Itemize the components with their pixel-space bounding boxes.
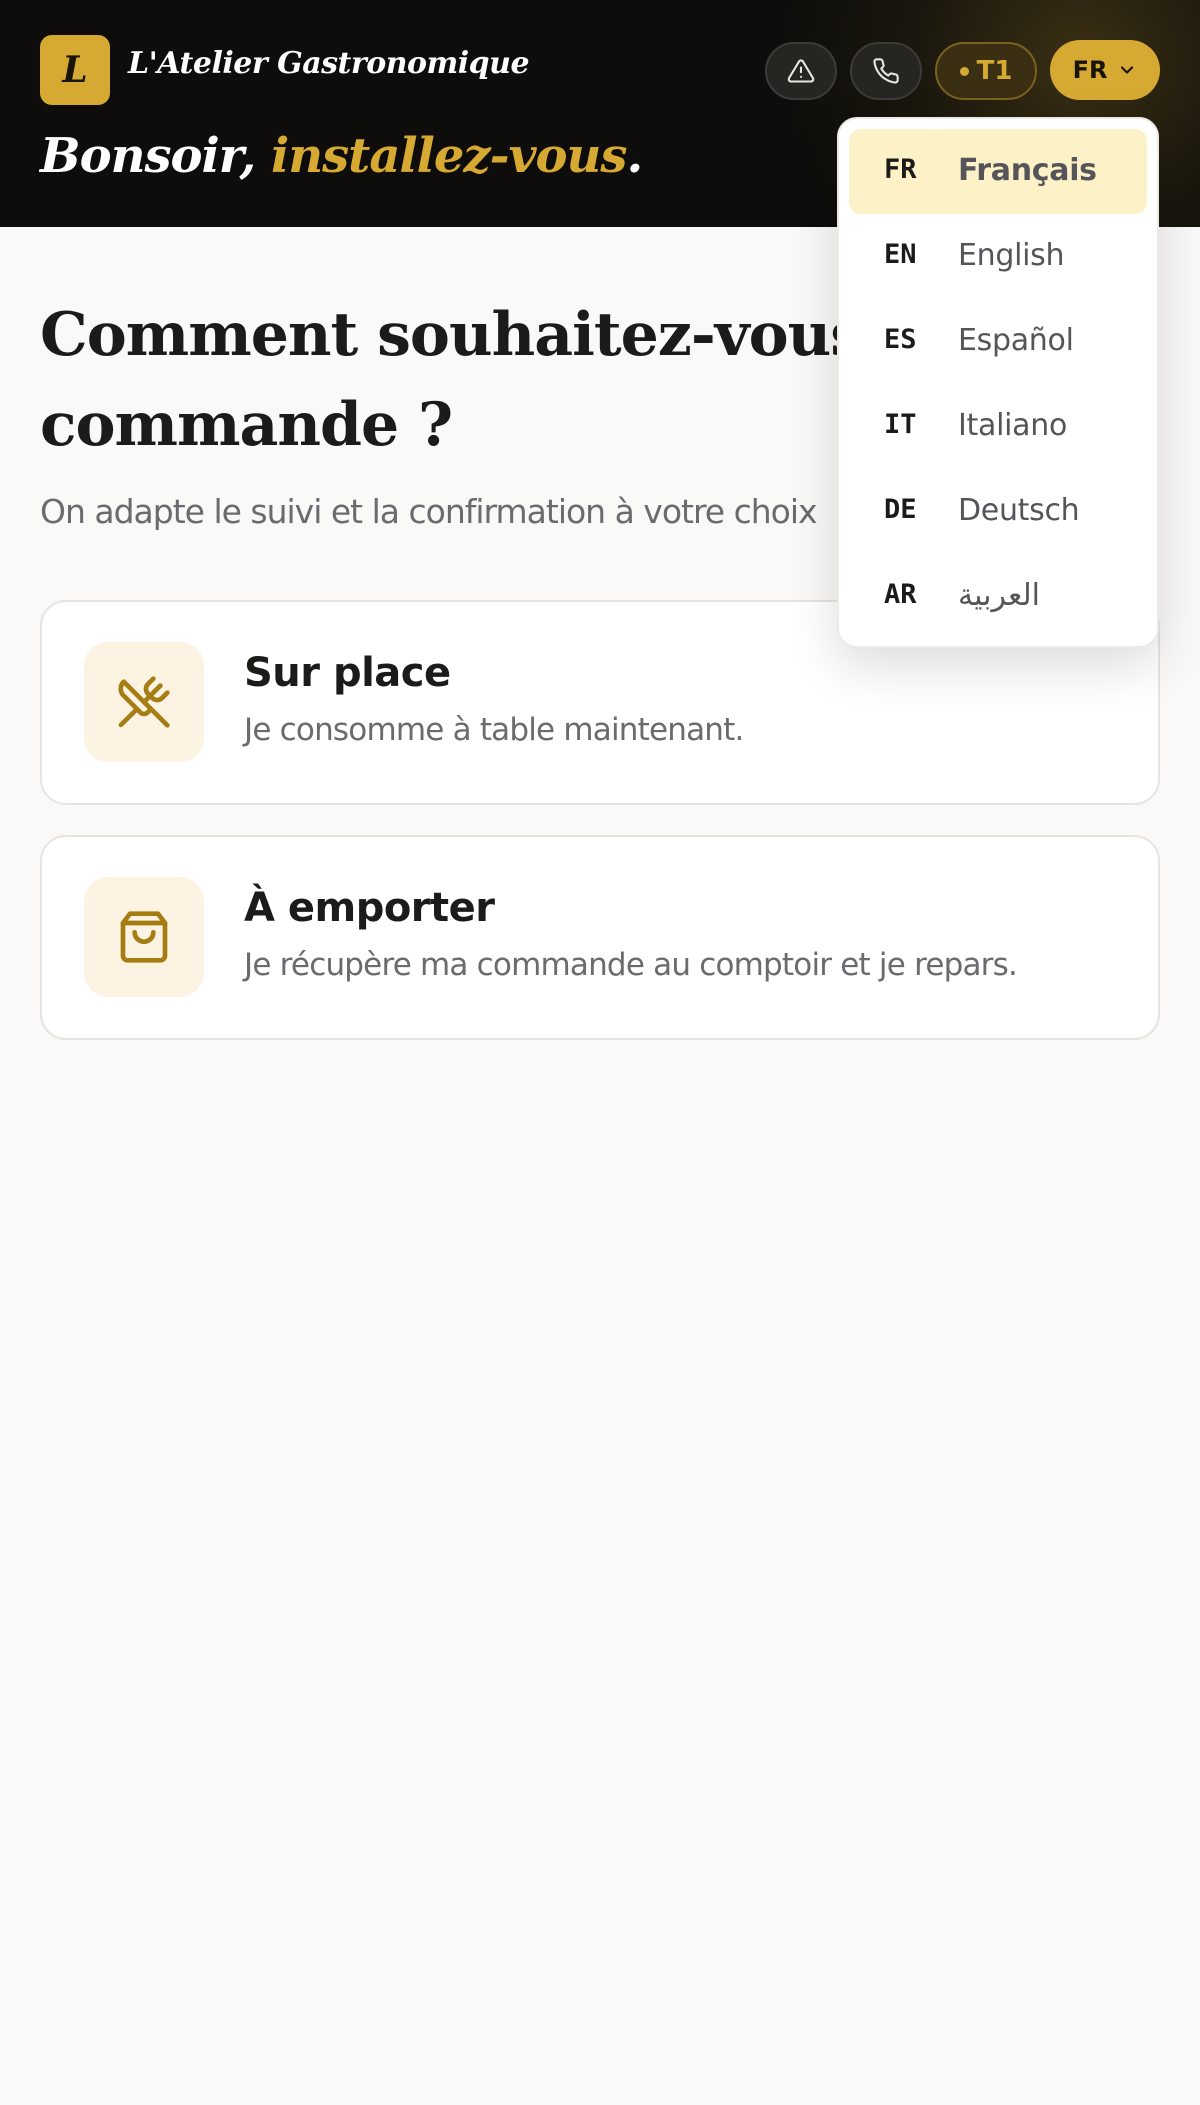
option-title: Sur place [244, 650, 451, 696]
option-description: Je récupère ma commande au comptoir et j… [244, 947, 1018, 983]
language-option-de[interactable]: DE Deutsch [849, 469, 1147, 554]
language-option-en[interactable]: EN English [849, 214, 1147, 299]
dine-in-icon-tile [84, 642, 204, 762]
logo[interactable]: L [40, 35, 110, 105]
chevron-down-icon [1121, 66, 1134, 74]
phone-icon [873, 58, 899, 84]
shopping-bag-icon [120, 911, 168, 963]
language-button[interactable]: FR [1050, 40, 1160, 100]
utensils-crossed-icon [118, 676, 170, 728]
greeting: Bonsoir, installez-vous. [40, 128, 643, 184]
language-option-es[interactable]: ES Español [849, 299, 1147, 384]
language-option-label: Deutsch [958, 493, 1080, 528]
language-option-code: ES [884, 324, 917, 355]
language-option-label: Español [958, 323, 1074, 358]
logo-letter: L [62, 49, 88, 91]
call-button[interactable] [850, 42, 922, 100]
language-option-ar[interactable]: AR العربية [849, 554, 1147, 639]
language-code: FR [1072, 56, 1108, 84]
language-option-code: DE [884, 494, 917, 525]
table-badge[interactable]: T1 [935, 42, 1037, 100]
table-label: T1 [976, 56, 1013, 86]
language-option-code: IT [884, 409, 917, 440]
language-option-code: EN [884, 239, 917, 270]
option-description: Je consomme à table maintenant. [244, 712, 744, 748]
option-takeaway[interactable]: À emporter Je récupère ma commande au co… [40, 835, 1160, 1040]
language-option-code: AR [884, 579, 917, 610]
language-option-label: Italiano [958, 408, 1068, 443]
brand-name: L'Atelier Gastronomique [128, 46, 530, 81]
alert-button[interactable] [765, 42, 837, 100]
page-subtitle: On adapte le suivi et la confirmation à … [40, 492, 818, 531]
greeting-accent: installez-vous [270, 128, 627, 184]
language-option-code: FR [884, 154, 917, 185]
language-option-it[interactable]: IT Italiano [849, 384, 1147, 469]
greeting-end: . [626, 128, 643, 184]
takeaway-icon-tile [84, 877, 204, 997]
language-option-label: English [958, 238, 1065, 273]
language-option-label: Français [958, 153, 1097, 188]
language-option-label: العربية [958, 578, 1040, 613]
greeting-main: Bonsoir, [40, 128, 271, 184]
option-title: À emporter [244, 885, 495, 931]
warning-icon [787, 59, 815, 83]
language-dropdown: FR Français EN English ES Español IT Ita… [837, 117, 1159, 648]
status-dot [959, 66, 969, 76]
language-option-fr[interactable]: FR Français [849, 129, 1147, 214]
